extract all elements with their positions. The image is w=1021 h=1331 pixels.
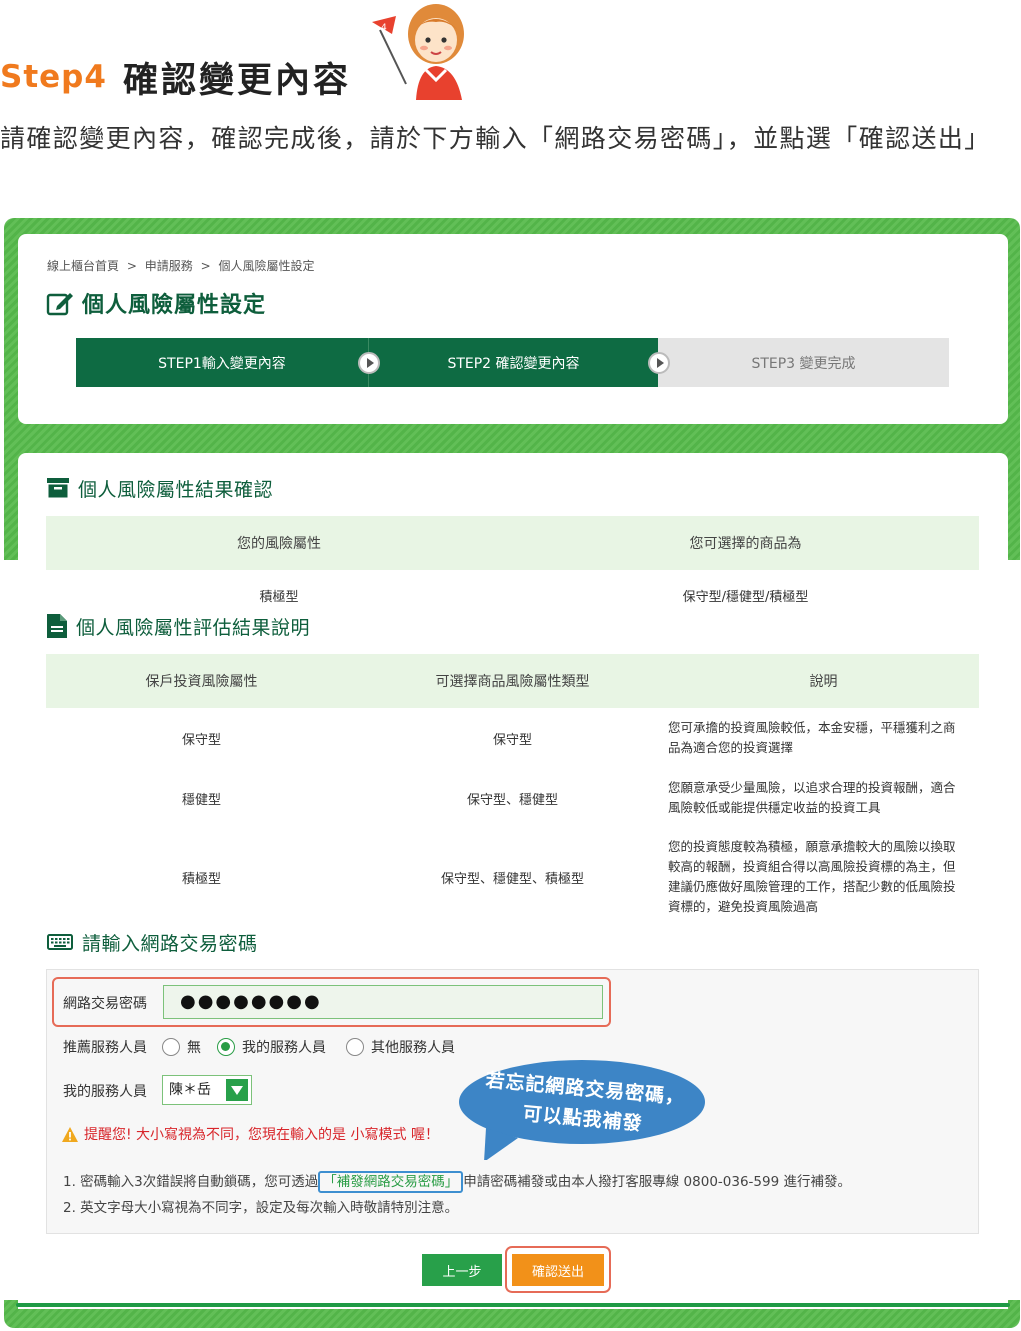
step-arrow-icon [358, 352, 380, 374]
radio-circle[interactable] [346, 1038, 364, 1056]
chevron-down-icon[interactable] [226, 1079, 248, 1101]
breadcrumb-home[interactable]: 線上櫃台首頁 [47, 259, 119, 273]
table-row: 保守型 保守型 您可承擔的投資風險較低，本金安穩，平穩獲利之商品為適合您的投資選… [46, 708, 979, 768]
column-header: 您的風險屬性 [46, 516, 512, 570]
table-header-row: 保戶投資風險屬性 可選擇商品風險屬性類型 說明 [46, 654, 979, 708]
table-cell: 您的投資態度較為積極，願意承擔較大的風險以換取較高的報酬，投資組合得以高風險投資… [668, 839, 956, 914]
column-header: 保戶投資風險屬性 [46, 654, 357, 708]
document-icon [47, 614, 67, 638]
result-table: 您的風險屬性 您可選擇的商品為 積極型 保守型/穩健型/積極型 [46, 516, 979, 620]
table-header-row: 您的風險屬性 您可選擇的商品為 [46, 516, 979, 570]
radio-label: 我的服務人員 [242, 1040, 326, 1056]
edit-icon [46, 293, 73, 316]
note-1: 1. 密碼輸入3次錯誤將自動鎖碼，您可透過 「補發網路交易密碼」 申請密碼補發或由本… [63, 1170, 851, 1193]
breadcrumb-apply[interactable]: 申請服務 [145, 259, 193, 273]
prev-step-button[interactable]: 上一步 [422, 1254, 502, 1286]
step-number: Step4 [0, 59, 107, 95]
column-header: 可選擇商品風險屬性類型 [357, 654, 668, 708]
submit-button[interactable]: 確認送出 [512, 1254, 604, 1286]
evaluation-section-title: 個人風險屬性評估結果說明 [47, 613, 310, 639]
table-cell: 保守型、穩健型、積極型 [440, 871, 584, 887]
password-label: 網路交易密碼 [63, 996, 147, 1012]
radio-circle[interactable] [162, 1038, 180, 1056]
radio-label: 其他服務人員 [371, 1040, 455, 1056]
caps-warning: 提醒您! 大小寫視為不同，您現在輸入的是 小寫模式 喔！ [62, 1124, 439, 1144]
breadcrumb-separator: > [200, 259, 211, 273]
note-1-text: 1. 密碼輸入3次錯誤將自動鎖碼，您可透過 [63, 1174, 319, 1190]
page-title: 個人風險屬性設定 [46, 287, 266, 319]
table-row: 穩健型 保守型、穩健型 您願意承受少量風險，以追求合理的投資報酬，適合風險較低或… [46, 768, 979, 828]
radio-my-agent[interactable]: 我的服務人員 [217, 1037, 326, 1057]
agent-select-value: 陳＊岳 [169, 1082, 211, 1098]
mascot-girl-icon: 4 [372, 4, 464, 100]
flag-number: 4 [381, 23, 387, 33]
table-row: 積極型 保守型、穩健型、積極型 您的投資態度較為積極，願意承擔較大的風險以換取較… [46, 828, 979, 926]
step-1: STEP1輸入變更內容 [76, 338, 380, 387]
page-title-text: 個人風險屬性設定 [82, 293, 267, 318]
result-title-text: 個人風險屬性結果確認 [78, 478, 274, 501]
referrer-label: 推薦服務人員 [63, 1040, 147, 1056]
progress-steps: STEP1輸入變更內容 STEP2 確認變更內容 STEP3 變更完成 [76, 338, 949, 387]
keyboard-icon [47, 934, 73, 950]
note-2: 2. 英文字母大小寫視為不同字，設定及每次輸入時敬請特別注意。 [63, 1200, 459, 1216]
archive-icon [47, 478, 69, 498]
intro-text: 請確認變更內容，確認完成後，請於下方輸入「網路交易密碼」，並點選「確認送出」 [0, 124, 991, 153]
step-2-label: STEP2 確認變更內容 [447, 355, 580, 372]
step-title: 確認變更內容 [122, 60, 351, 101]
breadcrumb-separator: > [126, 259, 137, 273]
agent-label: 我的服務人員 [63, 1084, 147, 1100]
table-cell: 保守型、穩健型 [466, 792, 558, 808]
reissue-password-link[interactable]: 「補發網路交易密碼」 [318, 1171, 464, 1193]
selectable-products-value: 保守型/穩健型/積極型 [682, 589, 809, 605]
breadcrumb-current: 個人風險屬性設定 [218, 259, 315, 273]
step-2: STEP2 確認變更內容 [368, 338, 670, 387]
table-cell: 您願意承受少量風險，以追求合理的投資報酬，適合風險較低或能提供穩定收益的投資工具 [668, 780, 956, 815]
evaluation-table: 保戶投資風險屬性 可選擇商品風險屬性類型 說明 保守型 保守型 您可承擔的投資風… [46, 654, 979, 926]
step-arrow-icon [648, 352, 670, 374]
radio-label: 無 [187, 1040, 201, 1056]
step-1-label: STEP1輸入變更內容 [158, 355, 286, 372]
table-cell: 您可承擔的投資風險較低，本金安穩，平穩獲利之商品為適合您的投資選擇 [668, 720, 956, 755]
evaluation-title-text: 個人風險屬性評估結果說明 [76, 616, 311, 639]
table-cell: 穩健型 [181, 792, 221, 808]
password-section-title: 請輸入網路交易密碼 [47, 929, 258, 955]
radio-none[interactable]: 無 [162, 1037, 201, 1057]
warning-icon [62, 1126, 78, 1142]
step-heading: Step4 確認變更內容 [0, 52, 351, 102]
table-cell: 保守型 [492, 732, 532, 748]
radio-circle-selected[interactable] [217, 1038, 235, 1056]
password-title-text: 請輸入網路交易密碼 [82, 932, 258, 955]
agent-select[interactable]: 陳＊岳 [162, 1075, 252, 1105]
radio-other-agent[interactable]: 其他服務人員 [346, 1037, 455, 1057]
step-3: STEP3 變更完成 [658, 338, 949, 387]
warning-text: 提醒您! 大小寫視為不同，您現在輸入的是 小寫模式 喔！ [84, 1127, 439, 1143]
frame-bottom-line [16, 1303, 1010, 1307]
table-cell: 保守型 [181, 732, 221, 748]
result-section-title: 個人風險屬性結果確認 [47, 475, 273, 501]
breadcrumb: 線上櫃台首頁 > 申請服務 > 個人風險屬性設定 [47, 257, 318, 274]
column-header: 您可選擇的商品為 [512, 516, 979, 570]
step-3-label: STEP3 變更完成 [751, 355, 856, 372]
table-cell: 積極型 [181, 871, 221, 887]
password-input[interactable]: ●●●●●●●● [163, 985, 603, 1019]
note-1-text-end: 申請密碼補發或由本人撥打客服專線 0800-036-599 進行補發。 [463, 1174, 851, 1190]
column-header: 說明 [668, 654, 979, 708]
